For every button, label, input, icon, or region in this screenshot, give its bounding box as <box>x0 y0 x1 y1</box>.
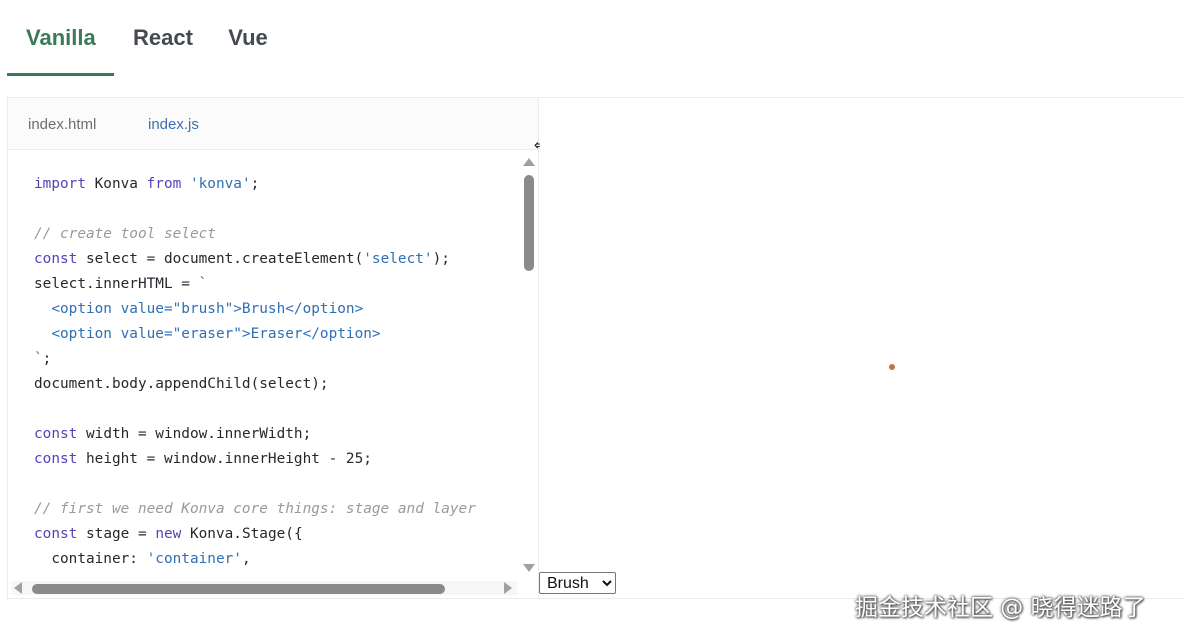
code-token: 'konva' <box>189 176 251 192</box>
code-line: import Konva from 'konva'; <box>34 172 514 197</box>
active-tab-indicator <box>7 73 114 76</box>
watermark: 掘金技术社区 @ 晓得迷路了 <box>855 595 1146 621</box>
tab-vue[interactable]: Vue <box>228 24 268 52</box>
horizontal-scroll-thumb[interactable] <box>32 584 445 594</box>
code-token: 'container' <box>146 551 242 567</box>
code-line: const stage = new Konva.Stage({ <box>34 522 514 547</box>
scroll-right-arrow-icon[interactable] <box>504 582 512 594</box>
code-line: `; <box>34 347 514 372</box>
code-token: Konva.Stage({ <box>181 526 303 542</box>
file-tabs: index.html index.js <box>8 98 538 150</box>
code-line: // create tool select <box>34 222 514 247</box>
code-token: const <box>34 526 78 542</box>
code-token: ` <box>34 351 43 367</box>
scroll-left-arrow-icon[interactable] <box>14 582 22 594</box>
code-token: <option value="brush">Brush</option> <box>34 301 364 317</box>
vertical-scrollbar[interactable] <box>522 158 536 578</box>
code-token: new <box>155 526 182 542</box>
code-token: select = document.createElement( <box>77 251 364 267</box>
code-token: from <box>146 176 182 192</box>
preview-canvas[interactable] <box>540 98 1185 598</box>
code-line: <option value="eraser">Eraser</option> <box>34 322 514 347</box>
scroll-down-arrow-icon[interactable] <box>523 564 535 572</box>
code-editor: index.html index.js import Konva from 'k… <box>8 98 539 598</box>
code-line: container: 'container', <box>34 547 514 572</box>
code-token: // first we need Konva core things: stag… <box>34 501 476 517</box>
code-token: stage = <box>77 526 156 542</box>
code-line: <option value="brush">Brush</option> <box>34 297 514 322</box>
code-token: const <box>34 451 78 467</box>
code-line: width: width, <box>34 572 514 576</box>
code-line: const height = window.innerHeight - 25; <box>34 447 514 472</box>
code-line: const width = window.innerWidth; <box>34 422 514 447</box>
code-token: width = window.innerWidth; <box>77 426 312 442</box>
file-tab-index-html[interactable]: index.html <box>28 116 96 133</box>
code-token: const <box>34 426 78 442</box>
tab-react[interactable]: React <box>133 24 193 52</box>
code-token: 'select' <box>363 251 433 267</box>
framework-tabs: Vanilla React Vue <box>0 0 1185 78</box>
code-token: // create tool select <box>34 226 216 242</box>
scroll-up-arrow-icon[interactable] <box>523 158 535 166</box>
code-token: select.innerHTML = <box>34 276 199 292</box>
tool-select[interactable]: Brush <box>539 572 616 594</box>
code-token: ; <box>42 351 52 367</box>
code-token: , <box>241 551 251 567</box>
code-token: document.body.appendChild(select); <box>34 376 329 392</box>
code-content[interactable]: import Konva from 'konva'; // create too… <box>34 172 514 576</box>
vertical-scroll-thumb[interactable] <box>524 175 534 271</box>
code-token: height = window.innerHeight - 25; <box>77 451 372 467</box>
file-tab-index-js[interactable]: index.js <box>148 116 199 133</box>
code-line: document.body.appendChild(select); <box>34 372 514 397</box>
code-token: const <box>34 251 78 267</box>
code-token: <option value="eraser">Eraser</option> <box>34 326 381 342</box>
sandbox: index.html index.js import Konva from 'k… <box>7 97 1185 599</box>
code-token: container: <box>34 551 147 567</box>
tab-vanilla[interactable]: Vanilla <box>26 24 96 52</box>
code-line: const select = document.createElement('s… <box>34 247 514 272</box>
horizontal-scrollbar[interactable] <box>12 581 517 595</box>
brush-stroke-dot <box>889 364 895 370</box>
code-token: ` <box>198 276 208 292</box>
code-token: ); <box>432 251 450 267</box>
code-line: // first we need Konva core things: stag… <box>34 497 514 522</box>
code-token: import <box>34 176 86 192</box>
code-line: select.innerHTML = ` <box>34 272 514 297</box>
code-token: Konva <box>85 176 147 192</box>
code-token: ; <box>250 176 260 192</box>
